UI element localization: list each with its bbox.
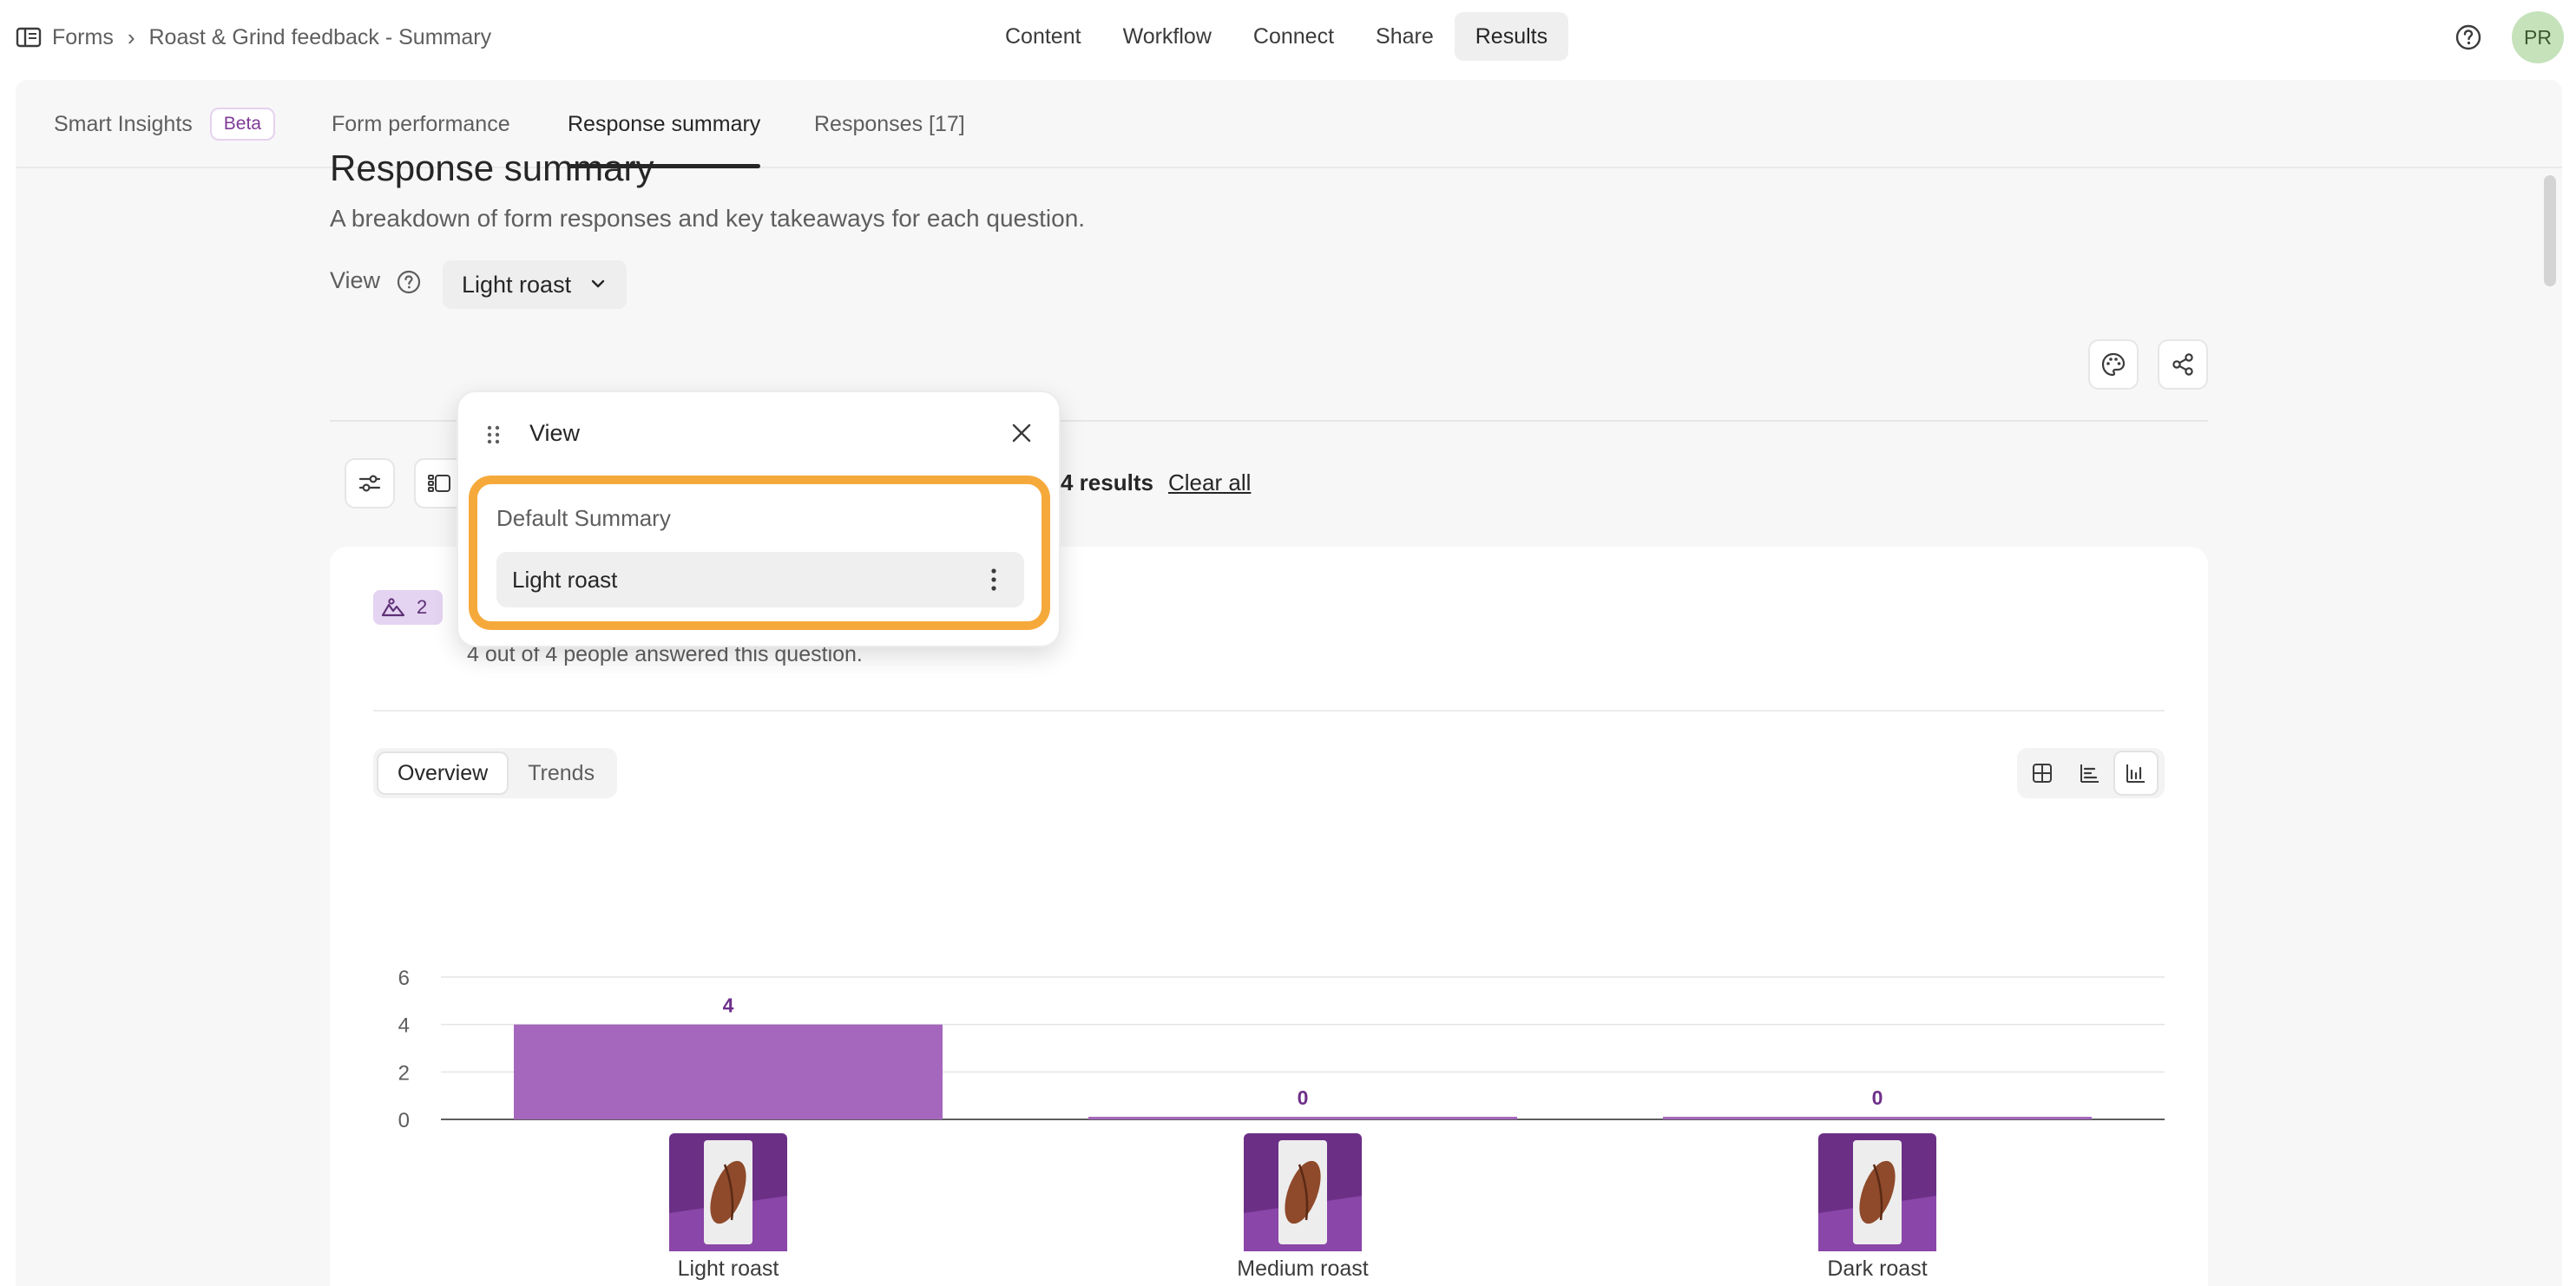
coffee-bag-image bbox=[669, 1133, 787, 1251]
overview-trends-toggle: Overview Trends bbox=[373, 748, 618, 798]
bar-value-label: 0 bbox=[1298, 1086, 1309, 1109]
view-help-icon[interactable] bbox=[396, 269, 422, 295]
tab-smart-insights[interactable]: Smart Insights Beta bbox=[54, 80, 275, 168]
bar[interactable] bbox=[1663, 1117, 2092, 1119]
beta-badge: Beta bbox=[209, 108, 275, 141]
coffee-bag-image bbox=[1818, 1133, 1936, 1251]
nav-workflow[interactable]: Workflow bbox=[1102, 12, 1232, 61]
response-bar-chart: 0 2 4 6 4 Light roast 0 Medium roast 0 Dark roast bbox=[398, 967, 2165, 1281]
view-label: View bbox=[330, 267, 381, 293]
close-icon[interactable] bbox=[1009, 420, 1035, 446]
y-tick-label: 2 bbox=[398, 1061, 410, 1085]
help-icon[interactable] bbox=[2454, 23, 2482, 51]
breadcrumb-current-page: Roast & Grind feedback - Summary bbox=[148, 24, 492, 49]
y-tick-label: 0 bbox=[398, 1109, 410, 1132]
view-select-dropdown[interactable]: Light roast bbox=[443, 260, 627, 309]
image-choice-icon bbox=[381, 598, 405, 617]
vertical-bar-view-button[interactable] bbox=[2113, 751, 2159, 796]
breadcrumb-forms-link[interactable]: Forms bbox=[52, 25, 114, 50]
question-type-badge: 2 bbox=[373, 590, 443, 625]
forms-sidebar-icon[interactable] bbox=[16, 26, 42, 49]
tab-responses[interactable]: Responses [17] bbox=[814, 80, 965, 168]
theme-palette-button[interactable] bbox=[2088, 339, 2139, 390]
coffee-bag-image bbox=[1244, 1133, 1362, 1251]
page-description: A breakdown of form responses and key ta… bbox=[330, 205, 1086, 232]
drag-handle-icon[interactable] bbox=[484, 423, 503, 446]
x-category-label: Light roast bbox=[678, 1256, 779, 1281]
results-count: 4 results bbox=[1061, 469, 1153, 495]
clear-all-link[interactable]: Clear all bbox=[1168, 469, 1251, 496]
y-tick-label: 6 bbox=[398, 967, 410, 990]
tab-overview[interactable]: Overview bbox=[377, 751, 509, 795]
view-option-light-roast-label: Light roast bbox=[512, 566, 618, 593]
bar[interactable] bbox=[514, 1024, 943, 1119]
view-option-default-summary[interactable]: Default Summary bbox=[496, 505, 671, 532]
bar-chart-icon bbox=[2126, 764, 2145, 783]
bar[interactable] bbox=[1088, 1117, 1517, 1119]
popover-title: View bbox=[529, 420, 581, 446]
scrollbar-thumb[interactable] bbox=[2544, 175, 2556, 286]
palette-icon bbox=[2101, 352, 2126, 377]
page-title: Response summary bbox=[330, 148, 654, 188]
nav-connect[interactable]: Connect bbox=[1232, 12, 1355, 61]
top-bar: Forms › Roast & Grind feedback - Summary… bbox=[0, 0, 2576, 75]
share-icon bbox=[2172, 353, 2193, 376]
nav-results[interactable]: Results bbox=[1454, 12, 1569, 61]
y-tick-label: 4 bbox=[398, 1014, 410, 1038]
sliders-icon bbox=[358, 475, 381, 492]
more-options-icon[interactable] bbox=[989, 566, 998, 594]
list-icon bbox=[428, 475, 450, 492]
tab-smart-insights-label: Smart Insights bbox=[54, 111, 193, 136]
view-select-value: Light roast bbox=[462, 271, 572, 298]
table-view-button[interactable] bbox=[2020, 751, 2065, 796]
avatar[interactable]: PR bbox=[2512, 11, 2564, 63]
chevron-down-icon bbox=[591, 279, 605, 288]
horizontal-bar-chart-icon bbox=[2080, 764, 2099, 783]
bar-value-label: 0 bbox=[1872, 1086, 1883, 1109]
main-nav: Content Workflow Connect Share Results bbox=[984, 12, 1569, 61]
nav-share[interactable]: Share bbox=[1355, 12, 1455, 61]
view-option-light-roast[interactable]: Light roast bbox=[496, 552, 1024, 607]
tab-trends[interactable]: Trends bbox=[509, 751, 614, 795]
horizontal-bar-view-button[interactable] bbox=[2067, 751, 2112, 796]
breadcrumb: Forms › Roast & Grind feedback - Summary bbox=[16, 0, 491, 75]
x-category-label: Dark roast bbox=[1827, 1256, 1927, 1281]
chart-type-switcher bbox=[2017, 748, 2165, 798]
table-icon bbox=[2033, 764, 2052, 783]
question-number: 2 bbox=[417, 596, 428, 618]
share-summary-button[interactable] bbox=[2158, 339, 2208, 390]
nav-content[interactable]: Content bbox=[984, 12, 1102, 61]
filter-button[interactable] bbox=[345, 458, 395, 508]
view-popover: View Default Summary Light roast bbox=[457, 390, 1061, 647]
question-card: 2 4 out of 4 people answered this questi… bbox=[330, 547, 2208, 1286]
bar-value-label: 4 bbox=[723, 994, 734, 1017]
card-divider bbox=[373, 710, 2165, 712]
breadcrumb-separator: › bbox=[127, 23, 135, 50]
x-category-label: Medium roast bbox=[1237, 1256, 1368, 1281]
